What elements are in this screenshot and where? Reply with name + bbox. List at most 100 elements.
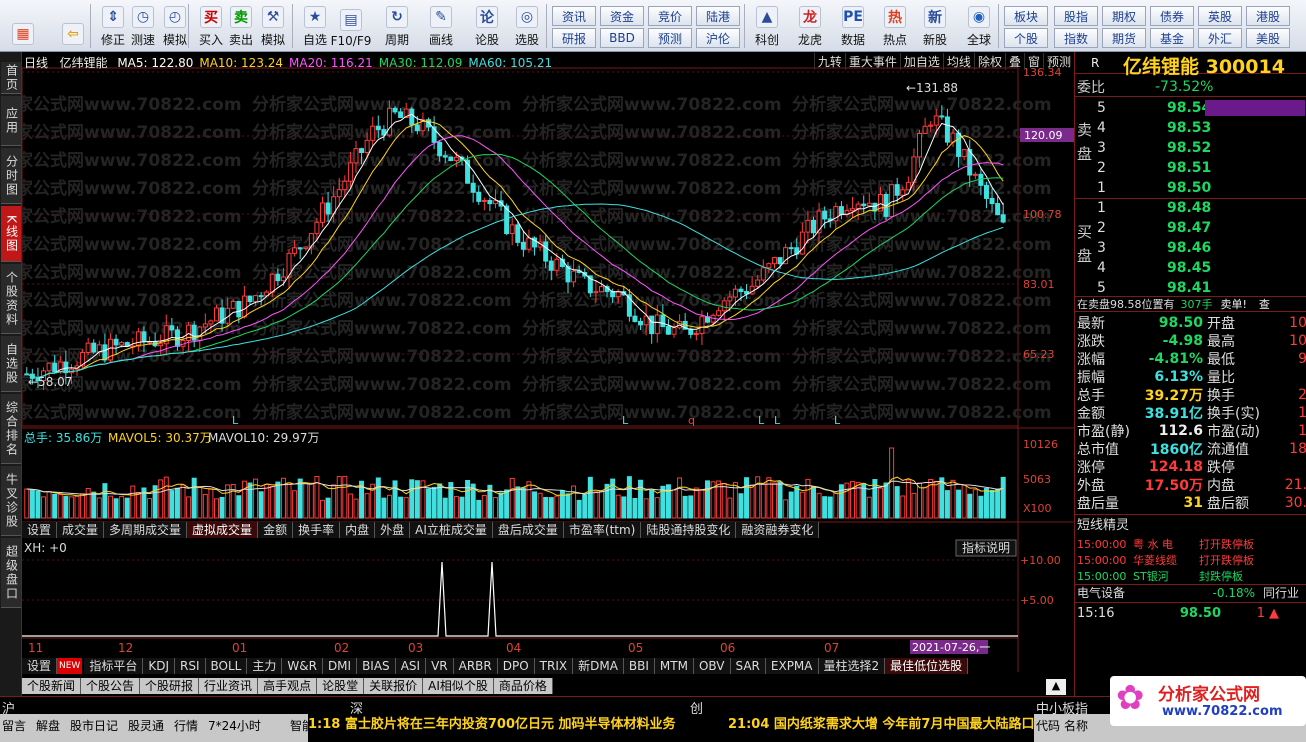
left-tab-7[interactable]: 牛叉诊股 — [1, 466, 21, 536]
toolbar-cycle-button[interactable]: ↻ 周期 — [380, 2, 414, 50]
indicator-tab[interactable]: AI立桩成交量 — [410, 522, 493, 538]
indicator-tab[interactable]: 虚拟成交量 — [187, 522, 259, 538]
indicator-tab[interactable]: 设置 — [22, 658, 58, 674]
left-tab-8[interactable]: 超级盘口 — [1, 538, 21, 608]
toolbar-star-button[interactable]: ★ 自选 — [298, 2, 332, 50]
indicator-tab[interactable]: 成交量 — [57, 522, 105, 538]
toolbar-globe-button[interactable]: ◉ 全球 — [962, 2, 996, 50]
indicator-tab[interactable]: 多周期成交量 — [104, 522, 188, 538]
toolbar-grid-button[interactable]: 期权 — [1102, 6, 1146, 26]
toolbar-talk-button[interactable]: 论论股 — [470, 2, 504, 50]
indicator-tab[interactable]: 最佳低位选股 — [885, 658, 969, 674]
bid-price[interactable]: 98.45 — [1167, 260, 1211, 276]
short-stock[interactable]: 华菱线缆 — [1133, 552, 1199, 568]
indicator-tab[interactable]: ASI — [395, 658, 427, 674]
toolbar-pencil-button[interactable]: ✎ 画线 — [424, 2, 458, 50]
chart-top-button[interactable]: 除权 — [973, 53, 1005, 70]
indicator-tab[interactable]: BOLL — [205, 658, 248, 674]
toolbar-grid-button[interactable]: 沪伦 — [696, 28, 740, 48]
indicator-tab[interactable]: BIAS — [357, 658, 396, 674]
bottom-link[interactable]: 解盘 — [36, 717, 60, 734]
left-tab-6[interactable]: 综合排名 — [1, 394, 21, 464]
chart-top-button[interactable]: 均线 — [942, 53, 974, 70]
chart-top-button[interactable]: 预测 — [1042, 53, 1074, 70]
chart-top-button[interactable]: 窗 — [1023, 53, 1043, 70]
toolbar-grid-button[interactable]: 股指 — [1054, 6, 1098, 26]
toolbar-grid-button[interactable]: 期货 — [1102, 28, 1146, 48]
toolbar-ipo-button[interactable]: 新新股 — [918, 2, 952, 50]
indicator-tab[interactable]: 换手率 — [293, 522, 341, 538]
chart-top-button[interactable]: 重大事件 — [844, 53, 900, 70]
bottom-link[interactable]: 股市日记 — [70, 717, 118, 734]
indicator-tab[interactable]: 内盘 — [340, 522, 376, 538]
bid-price[interactable]: 98.48 — [1167, 200, 1211, 216]
toolbar-timer-button[interactable]: ◷ 测速 — [126, 2, 160, 50]
indicator-tab[interactable]: 金额 — [258, 522, 294, 538]
code-name-link[interactable]: 代码 — [1036, 719, 1060, 733]
indicator-tab[interactable]: 融资融券变化 — [736, 522, 820, 538]
toolbar-select-button[interactable]: ◎ 选股 — [510, 2, 544, 50]
toolbar-buy-button[interactable]: 买买入 — [194, 2, 228, 50]
toolbar-grid-button[interactable]: 资金 — [600, 6, 644, 26]
news-tab[interactable]: 论股堂 — [317, 678, 365, 694]
news-tab[interactable]: 商品价格 — [493, 678, 553, 694]
same-industry-button[interactable]: 同行业 — [1263, 584, 1299, 601]
news-tab[interactable]: AI相似个股 — [423, 678, 494, 694]
bottom-link[interactable]: 7*24小时 — [208, 717, 261, 734]
news-tab[interactable]: 高手观点 — [258, 678, 318, 694]
left-tab-4[interactable]: 个股资料 — [1, 264, 21, 334]
toolbar-hot-button[interactable]: 热热点 — [878, 2, 912, 50]
short-stock[interactable]: 粤 水 电 — [1133, 536, 1199, 552]
news-tab[interactable]: 关联报价 — [364, 678, 424, 694]
toolbar-chart-button[interactable]: ▲ 科创 — [750, 2, 784, 50]
indicator-tab[interactable]: EXPMA — [765, 658, 819, 674]
toolbar-hammer-button[interactable]: ⚒ 模拟 — [256, 2, 290, 50]
left-tab-2[interactable]: 分时图 — [1, 148, 21, 204]
left-tab-3[interactable]: K线图 — [1, 206, 21, 262]
toolbar-clock-button[interactable]: ◴ 模拟 — [158, 2, 192, 50]
left-tab-1[interactable]: 应用 — [1, 96, 21, 146]
toolbar-grid-button[interactable]: BBD — [600, 28, 644, 48]
indicator-tab[interactable]: BBI — [623, 658, 655, 674]
ask-price[interactable]: 98.50 — [1167, 180, 1211, 196]
news-ticker-1[interactable]: 1:18 富士胶片将在三年内投资700亿日元 加码半导体材料业务 — [308, 714, 728, 742]
bid-price[interactable]: 98.46 — [1167, 240, 1211, 256]
indicator-tab[interactable]: W&R — [282, 658, 323, 674]
short-stock[interactable]: ST银河 — [1133, 568, 1199, 584]
news-ticker-2[interactable]: 21:04 国内纸浆需求大增 今年前7月中国最大陆路口 — [728, 714, 1034, 742]
toolbar-grid-button[interactable]: 港股 — [1246, 6, 1290, 26]
toolbar-grid-button[interactable]: ▦ — [4, 2, 42, 50]
indicator-tab[interactable]: 新DMA — [573, 658, 624, 674]
toolbar-grid-button[interactable]: 基金 — [1150, 28, 1194, 48]
toolbar-pe-button[interactable]: PE 数据 — [836, 2, 870, 50]
bottom-link[interactable]: 留言 — [2, 717, 26, 734]
indicator-tab[interactable]: OBV — [693, 658, 731, 674]
bid-price[interactable]: 98.41 — [1167, 280, 1211, 296]
toolbar-dragon-button[interactable]: 龙龙虎 — [793, 2, 827, 50]
indicator-tab[interactable]: 主力 — [247, 658, 283, 674]
kline-chart-area[interactable]: 分析家公式网www.70822.com 分析家公式网www.70822.com 分析… — [22, 52, 1074, 716]
toolbar-grid-button[interactable]: 美股 — [1246, 28, 1290, 48]
news-tab[interactable]: 个股新闻 — [22, 678, 82, 694]
indicator-tab[interactable]: DPO — [497, 658, 535, 674]
ask-price[interactable]: 98.51 — [1167, 160, 1211, 176]
indicator-tab[interactable]: KDJ — [143, 658, 176, 674]
indicator-tab[interactable]: 设置 — [22, 522, 58, 538]
indicator-tab[interactable]: TRIX — [534, 658, 574, 674]
news-tab[interactable]: 个股公告 — [81, 678, 141, 694]
short-line-title[interactable]: 短线精灵 — [1075, 514, 1129, 533]
big-order-query[interactable]: 查 — [1259, 296, 1270, 312]
toolbar-grid-button[interactable]: 指数 — [1054, 28, 1098, 48]
toolbar-grid-button[interactable]: 英股 — [1198, 6, 1242, 26]
left-tab-5[interactable]: 自选股 — [1, 336, 21, 392]
news-tab[interactable]: 行业资讯 — [199, 678, 259, 694]
indicator-tab[interactable]: VR — [426, 658, 454, 674]
indicator-tab[interactable]: 指标平台 — [84, 658, 144, 674]
toolbar-up-down-button[interactable]: ⇕ 修正 — [96, 2, 130, 50]
toolbar-grid-button[interactable]: 研报 — [552, 28, 596, 48]
indicator-tab[interactable]: 陆股通持股变化 — [641, 522, 737, 538]
toolbar-grid-button[interactable]: 个股 — [1004, 28, 1048, 48]
indicator-tab[interactable]: 盘后成交量 — [492, 522, 564, 538]
scroll-up-icon[interactable]: ▲ — [1046, 679, 1066, 695]
chart-top-button[interactable]: 加自选 — [899, 53, 943, 70]
